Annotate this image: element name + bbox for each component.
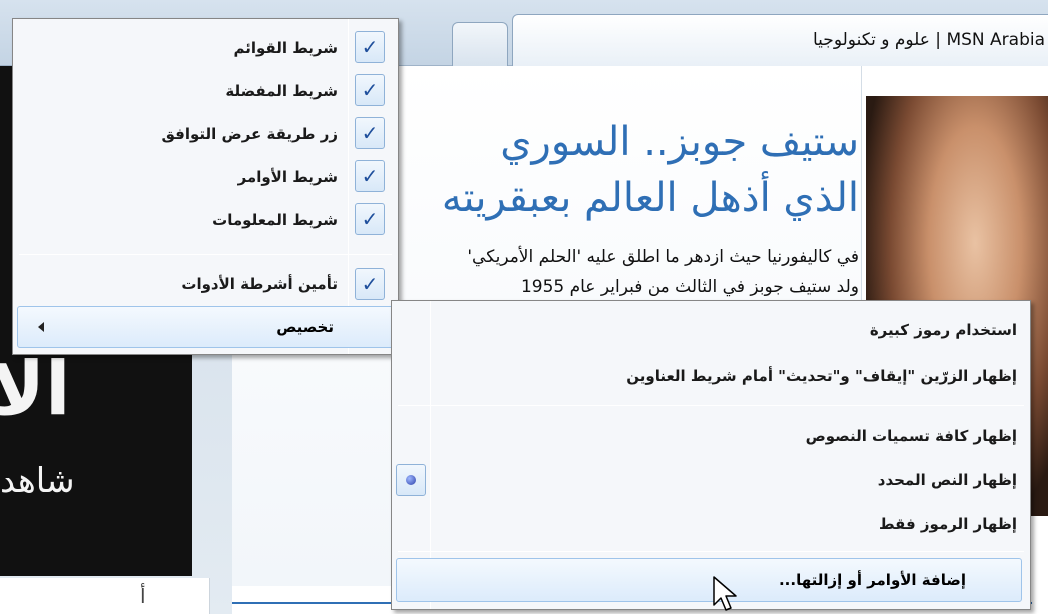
checkmark-icon: ✓ (355, 31, 385, 63)
checkmark-icon: ✓ (355, 268, 385, 300)
menu-item-command-bar[interactable]: شريط الأوامر (23, 158, 338, 196)
tab-active[interactable]: MSN Arabia | علوم و تكنولوجيا (512, 14, 1048, 66)
menu-item-customize[interactable]: تخصيص (17, 306, 395, 348)
menu-item-status-bar[interactable]: شريط المعلومات (23, 201, 338, 239)
menu-item-lock-toolbars[interactable]: تأمين أشرطة الأدوات (23, 265, 338, 303)
menu-item-label: شريط المعلومات (212, 211, 338, 229)
menu-item-show-stop-refresh[interactable]: إظهار الزرّين "إيقاف" و"تحديث" أمام شريط… (442, 357, 1017, 395)
checkmark-icon: ✓ (355, 203, 385, 235)
checkmark-icon: ✓ (355, 117, 385, 149)
menu-item-compatibility-view-button[interactable]: زر طريقة عرض التوافق (23, 115, 338, 153)
checkmark-icon: ✓ (355, 74, 385, 106)
ad-big-text: الا (0, 346, 71, 432)
radio-selected-icon (396, 464, 426, 496)
browser-window: MSN Arabia | علوم و تكنولوجيا ستيف جوبز.… (0, 0, 1048, 614)
menu-gutter-divider (348, 19, 349, 354)
toolbars-context-menu: شريط القوائم ✓ شريط المفضلة ✓ زر طريقة ع… (12, 18, 399, 355)
mouse-cursor-icon (713, 576, 737, 611)
menu-item-add-remove-commands[interactable]: إضافة الأوامر أو إزالتها... (396, 558, 1022, 602)
menu-separator (398, 551, 1024, 552)
menu-item-icons-only[interactable]: إظهار الرموز فقط (442, 505, 1017, 543)
photo-margin (866, 66, 1048, 96)
ad-sub-text: شاهد (0, 461, 75, 501)
menu-item-label: شريط الأوامر (237, 168, 338, 186)
customize-submenu: استخدام رموز كبيرة إظهار الزرّين "إيقاف"… (391, 300, 1031, 610)
menu-item-show-all-text[interactable]: إظهار كافة تسميات النصوص (442, 417, 1017, 455)
menu-item-label: إظهار كافة تسميات النصوص (805, 427, 1017, 445)
ad-caption-text: أ (140, 584, 146, 608)
menu-item-label: شريط القوائم (233, 39, 338, 57)
menu-item-label: إضافة الأوامر أو إزالتها... (778, 571, 966, 589)
menu-item-label: زر طريقة عرض التوافق (161, 125, 338, 143)
menu-item-menu-bar[interactable]: شريط القوائم (23, 29, 338, 67)
summary-line-1: في كاليفورنيا حيث ازدهر ما اطلق عليه 'ال… (467, 247, 859, 267)
menu-separator (19, 254, 392, 255)
article-summary: في كاليفورنيا حيث ازدهر ما اطلق عليه 'ال… (399, 242, 859, 302)
checkmark-icon: ✓ (355, 160, 385, 192)
tab-title: MSN Arabia | علوم و تكنولوجيا (813, 30, 1045, 50)
article-headline[interactable]: ستيف جوبز.. السوري الذي أذهل العالم بعبق… (399, 114, 859, 226)
radio-dot-icon (406, 475, 416, 485)
menu-item-label: إظهار الرموز فقط (879, 515, 1017, 533)
menu-item-label: إظهار النص المحدد (877, 471, 1017, 489)
summary-line-2: ولد ستيف جوبز في الثالث من فبراير عام 19… (520, 277, 859, 297)
menu-item-label: تأمين أشرطة الأدوات (181, 275, 338, 293)
menu-separator (398, 405, 1024, 406)
menu-item-label: شريط المفضلة (225, 82, 338, 100)
new-tab-button[interactable] (452, 22, 508, 66)
headline-line-2: الذي أذهل العالم بعبقريته (441, 175, 859, 221)
submenu-arrow-icon (38, 322, 44, 332)
menu-item-label: استخدام رموز كبيرة (869, 321, 1017, 339)
menu-item-label: إظهار الزرّين "إيقاف" و"تحديث" أمام شريط… (626, 367, 1017, 385)
headline-line-1: ستيف جوبز.. السوري (500, 119, 859, 165)
menu-item-favorites-bar[interactable]: شريط المفضلة (23, 72, 338, 110)
ad-caption: أ (0, 578, 210, 614)
menu-item-show-selective-text[interactable]: إظهار النص المحدد (442, 461, 1017, 499)
menu-item-label: تخصيص (276, 318, 334, 336)
menu-item-large-icons[interactable]: استخدام رموز كبيرة (442, 311, 1017, 349)
